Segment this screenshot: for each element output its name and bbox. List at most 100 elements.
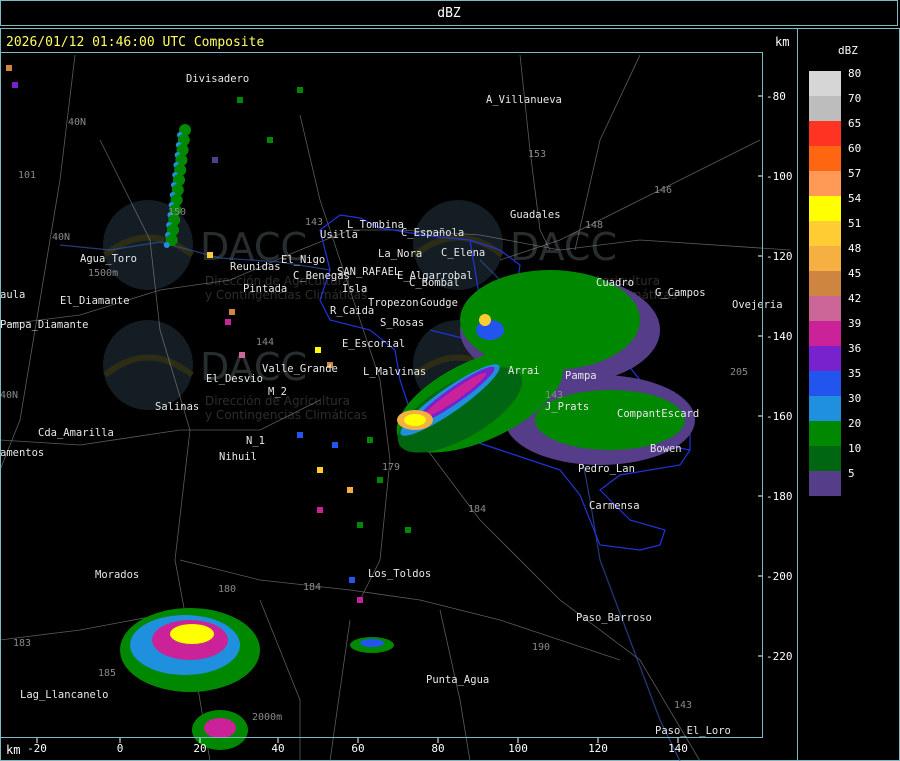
y-tick-label: -160 <box>766 410 793 423</box>
route-label: 205 <box>730 367 748 378</box>
legend-swatch <box>809 296 841 321</box>
place-label: J_Prats <box>545 401 589 413</box>
echo-pixel <box>367 437 373 443</box>
place-label: Paso_Barroso <box>576 612 652 624</box>
echo-pixel <box>332 442 338 448</box>
y-tick-label: -80 <box>766 90 786 103</box>
legend-value: 65 <box>848 117 862 130</box>
echo-35dbz <box>360 639 384 647</box>
echo-pixel <box>297 432 303 438</box>
echo-39dbz <box>204 718 236 738</box>
route-label: 180 <box>218 584 236 595</box>
place-label: SAN_RAFAEL <box>337 266 400 278</box>
place-label: El_Diamante <box>60 295 130 307</box>
x-tick-label: -20 <box>27 742 47 755</box>
route-label: 143 <box>674 700 692 711</box>
legend-value: 20 <box>848 417 862 430</box>
legend-value: 39 <box>848 317 862 330</box>
route-label: 179 <box>382 462 400 473</box>
legend-swatch <box>809 96 841 121</box>
legend-value: 60 <box>848 142 862 155</box>
place-label: Pampa_Diamante <box>0 319 89 331</box>
place-label: Lag_Llancanelo <box>20 689 109 701</box>
legend-swatch <box>809 171 841 196</box>
route-label: 150 <box>168 207 186 218</box>
legend-swatch <box>809 71 841 96</box>
echo-pixel <box>212 157 218 163</box>
place-label: Cda_Amarilla <box>38 427 114 439</box>
route-label: 190 <box>532 642 550 653</box>
echo-54dbz <box>170 624 214 644</box>
legend-value: 70 <box>848 92 862 105</box>
x-tick-label: 20 <box>193 742 206 755</box>
x-tick-label: 0 <box>117 742 124 755</box>
color-legend <box>809 71 841 496</box>
echo-pixel <box>297 87 303 93</box>
route-label: 40N <box>68 117 86 128</box>
place-label: amentos <box>0 447 44 459</box>
echo-pixel <box>6 65 12 71</box>
route-label: 101 <box>18 170 36 181</box>
legend-value: 42 <box>848 292 862 305</box>
place-label: E_Escorial <box>342 338 405 350</box>
place-label: G_Campos <box>655 287 706 299</box>
echo-30dbz <box>163 242 170 248</box>
place-label: E_Algarrobal <box>397 270 473 282</box>
place-label: S_Rosas <box>380 317 424 329</box>
echo-pixel <box>315 347 321 353</box>
echo-54dbz <box>404 414 426 426</box>
route-label: 148 <box>585 220 603 231</box>
watermark-logo: DACC <box>510 225 617 269</box>
legend-value: 57 <box>848 167 862 180</box>
route-label: 144 <box>256 337 274 348</box>
echo-pixel <box>317 507 323 513</box>
echo-pixel <box>349 577 355 583</box>
radar-map[interactable]: DACCDirección de Agriculturay Contingenc… <box>0 0 798 761</box>
place-label: Isla <box>342 283 367 295</box>
watermark-subtitle: y Contingencias Climáticas <box>205 408 367 422</box>
legend-title: dBZ <box>838 44 858 57</box>
route-label: 183 <box>13 638 31 649</box>
x-tick-label: 140 <box>668 742 688 755</box>
legend-value: 48 <box>848 242 862 255</box>
place-label: C_Elena <box>441 247 485 259</box>
legend-value: 54 <box>848 192 862 205</box>
place-label: Pintada <box>243 283 287 295</box>
place-label: Punta_Agua <box>426 674 489 686</box>
route-label: 143 <box>545 390 563 401</box>
route-label: 40N <box>0 390 18 401</box>
place-label: Valle_Grande <box>262 363 338 375</box>
place-label: Tropezon <box>368 297 419 309</box>
legend-swatch <box>809 421 841 446</box>
place-label: Salinas <box>155 401 199 413</box>
place-label: El_Nigo <box>281 254 325 266</box>
legend-value: 10 <box>848 442 862 455</box>
echo-pixel <box>225 319 231 325</box>
legend-value: 30 <box>848 392 862 405</box>
legend-swatch <box>809 371 841 396</box>
place-label: Los_Toldos <box>368 568 431 580</box>
route-label: 185 <box>98 668 116 679</box>
place-label: Morados <box>95 569 139 581</box>
echo-pixel <box>357 597 363 603</box>
place-label: aula <box>0 289 25 301</box>
place-label: Divisadero <box>186 73 249 85</box>
echo-pixel <box>12 82 18 88</box>
place-label: A_Villanueva <box>486 94 562 106</box>
y-tick-label: -120 <box>766 250 793 263</box>
legend-swatch <box>809 471 841 496</box>
km-unit-top: km <box>775 35 790 49</box>
legend-value: 5 <box>848 467 855 480</box>
y-tick-label: -180 <box>766 490 793 503</box>
route-label: 1500m <box>88 268 118 279</box>
timestamp-label: 2026/01/12 01:46:00 UTC Composite <box>6 35 265 50</box>
legend-value: 80 <box>848 67 862 80</box>
route-label: 153 <box>528 149 546 160</box>
legend-value: 45 <box>848 267 862 280</box>
legend-swatch <box>809 396 841 421</box>
echo-pixel <box>239 352 245 358</box>
place-label: Usilla <box>320 229 358 241</box>
place-label: C_Española <box>401 227 464 239</box>
legend-swatch <box>809 121 841 146</box>
echo-pixel <box>357 522 363 528</box>
